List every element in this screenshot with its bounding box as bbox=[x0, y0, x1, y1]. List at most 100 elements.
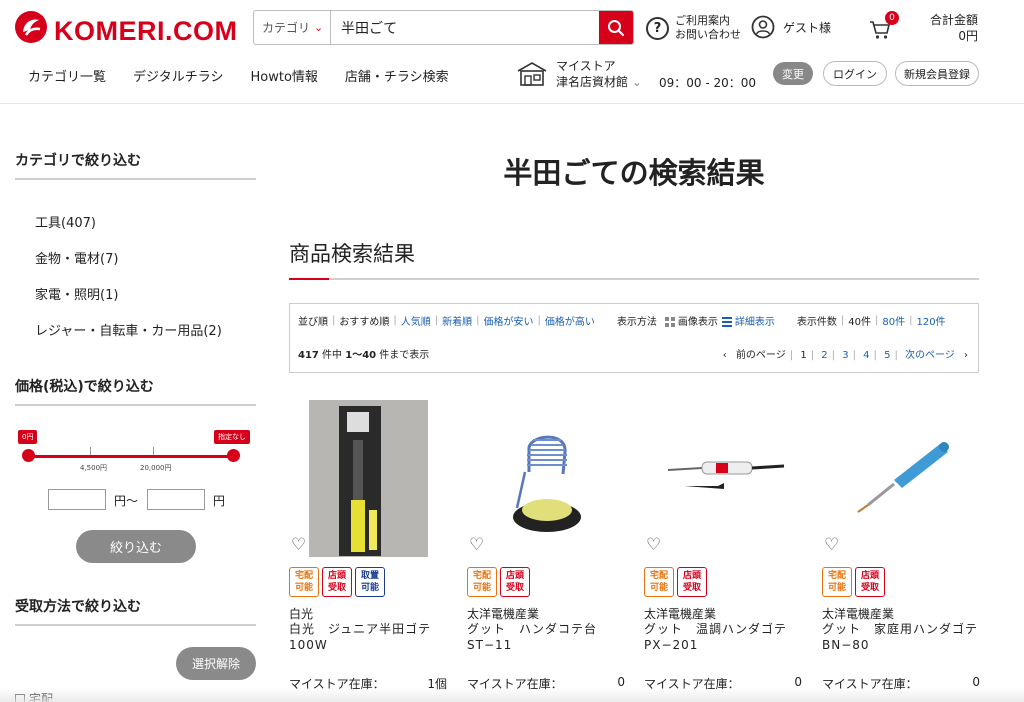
badge-line: 店頭 bbox=[682, 571, 701, 581]
view-label: 表示方法 bbox=[616, 317, 657, 328]
chevron-down-icon: ⌄ bbox=[631, 75, 642, 89]
product-name[interactable]: グット 家庭用ハンダゴテ BN−80 bbox=[822, 621, 990, 653]
store-icon bbox=[517, 62, 547, 86]
count-40[interactable]: 40件 bbox=[848, 313, 871, 328]
product-image[interactable] bbox=[467, 400, 632, 557]
price-slider-max-handle[interactable] bbox=[227, 449, 240, 462]
sort-popular[interactable]: 人気順 bbox=[401, 313, 431, 328]
search-button[interactable] bbox=[599, 11, 633, 44]
view-detail-label: 詳細表示 bbox=[734, 317, 775, 328]
section-title: 商品検索結果 bbox=[289, 242, 415, 266]
price-min-input[interactable] bbox=[48, 489, 106, 510]
product-maker: 太洋電機産業 bbox=[467, 607, 540, 621]
count-120[interactable]: 120件 bbox=[916, 313, 945, 328]
sort-newest[interactable]: 新着順 bbox=[442, 313, 472, 328]
favorite-heart-icon[interactable]: ♡ bbox=[469, 535, 484, 555]
badge-group: 宅配 可能 店頭 受取 取置 可能 bbox=[289, 567, 385, 597]
page-4[interactable]: 4 bbox=[863, 350, 869, 361]
page-1[interactable]: 1 bbox=[800, 350, 806, 361]
store-pickup-badge: 店頭 受取 bbox=[855, 567, 885, 597]
change-store-button[interactable]: 変更 bbox=[773, 62, 813, 85]
chevron-right-icon[interactable]: › bbox=[964, 350, 968, 361]
product-name[interactable]: グット 温調ハンダゴテ PX−201 bbox=[644, 621, 804, 653]
view-image-option[interactable]: 画像表示 bbox=[664, 313, 718, 328]
next-page-link[interactable]: 次のページ bbox=[905, 350, 955, 361]
slider-tick-label: 4,500円 bbox=[80, 464, 108, 472]
count-80[interactable]: 80件 bbox=[882, 313, 905, 328]
prev-page-link[interactable]: 前のページ bbox=[736, 350, 786, 361]
view-image-label: 画像表示 bbox=[677, 317, 718, 328]
product-card[interactable]: ♡ 宅配 可能 店頭 受取 太洋電機産業 グット 家庭用ハンダゴテ BN−80 マイ… bbox=[822, 400, 990, 702]
product-name[interactable]: 白光 ジュニア半田ゴテ 100W bbox=[289, 621, 449, 653]
result-tail-text: 件まで表示 bbox=[376, 350, 430, 361]
my-store[interactable]: マイストア 津名店資材館 ⌄ bbox=[516, 58, 642, 90]
category-filter-item[interactable]: レジャー・自転車・カー用品(2) bbox=[35, 320, 222, 339]
account-link[interactable]: ゲスト様 bbox=[751, 15, 831, 39]
category-filter-item[interactable]: 家電・照明(1) bbox=[35, 284, 118, 303]
register-button[interactable]: 新規会員登録 bbox=[895, 61, 979, 86]
guest-label: ゲスト様 bbox=[783, 20, 832, 35]
favorite-heart-icon[interactable]: ♡ bbox=[824, 535, 839, 555]
clear-selection-button[interactable]: 選択解除 bbox=[176, 647, 256, 680]
badge-line: 宅配 bbox=[827, 571, 846, 581]
badge-line: 宅配 bbox=[472, 571, 491, 581]
nav-howto[interactable]: Howto情報 bbox=[251, 66, 318, 85]
delivery-badge: 宅配 可能 bbox=[467, 567, 497, 597]
view-detail-option[interactable]: 詳細表示 bbox=[721, 313, 775, 328]
product-image[interactable] bbox=[644, 400, 809, 557]
sort-price-low[interactable]: 価格が安い bbox=[484, 313, 534, 328]
apply-filter-button[interactable]: 絞り込む bbox=[76, 530, 196, 563]
product-maker: 白光 bbox=[289, 607, 314, 621]
badge-line: 取置 bbox=[360, 571, 379, 581]
product-name[interactable]: グット ハンダコテ台 ST−11 bbox=[467, 621, 627, 653]
divider bbox=[15, 178, 256, 180]
store-pickup-badge: 店頭 受取 bbox=[677, 567, 707, 597]
cart-button[interactable]: 0 bbox=[868, 11, 899, 42]
category-filter-item[interactable]: 金物・電材(7) bbox=[35, 248, 118, 267]
search-category-select[interactable]: カテゴリ ⌄ bbox=[254, 11, 331, 44]
price-slider-min-handle[interactable] bbox=[22, 449, 35, 462]
product-image[interactable] bbox=[289, 400, 454, 557]
nav-category-list[interactable]: カテゴリ一覧 bbox=[28, 66, 106, 85]
badge-line: 店頭 bbox=[327, 571, 346, 581]
badge-group: 宅配 可能 店頭 受取 bbox=[822, 567, 885, 597]
product-card[interactable]: ♡ 宅配 可能 店頭 受取 太洋電機産業 グット ハンダコテ台 ST−11 マイスト… bbox=[467, 400, 632, 702]
sort-price-high[interactable]: 価格が高い bbox=[545, 313, 595, 328]
delivery-badge: 宅配 可能 bbox=[822, 567, 852, 597]
badge-line: 受取 bbox=[682, 583, 701, 593]
favorite-heart-icon[interactable]: ♡ bbox=[646, 535, 661, 555]
nav-store-search[interactable]: 店舗・チラシ検索 bbox=[345, 66, 449, 85]
user-icon bbox=[751, 15, 775, 39]
product-maker: 太洋電機産業 bbox=[822, 607, 895, 621]
chevron-down-icon: ⌄ bbox=[314, 21, 324, 34]
grid-icon bbox=[664, 317, 675, 327]
category-filter-item[interactable]: 工具(407) bbox=[35, 212, 96, 231]
badge-line: 受取 bbox=[860, 583, 879, 593]
help-text: ご利用案内 お問い合わせ bbox=[675, 14, 741, 42]
page-2[interactable]: 2 bbox=[821, 350, 827, 361]
slider-max-tag: 指定なし bbox=[214, 430, 250, 444]
main-nav: カテゴリ一覧 デジタルチラシ Howto情報 店舗・チラシ検索 bbox=[28, 66, 449, 85]
product-card[interactable]: ♡ 宅配 可能 店頭 受取 取置 可能 白光 白光 ジュニア半田ゴテ 100W マイス… bbox=[289, 400, 454, 702]
sort-recommended[interactable]: おすすめ順 bbox=[339, 313, 389, 328]
result-count-info: 417 件中 1〜40 件まで表示 bbox=[298, 346, 429, 361]
product-image[interactable] bbox=[822, 400, 987, 557]
search-input[interactable] bbox=[331, 11, 599, 44]
price-max-input[interactable] bbox=[147, 489, 205, 510]
site-logo-text[interactable]: KOMERI.COM bbox=[54, 16, 238, 47]
chevron-left-icon[interactable]: ‹ bbox=[723, 350, 727, 361]
login-button[interactable]: ログイン bbox=[823, 61, 887, 86]
help-line-1: ご利用案内 bbox=[675, 14, 730, 27]
page-3[interactable]: 3 bbox=[842, 350, 848, 361]
slider-min-tag: 0円 bbox=[18, 430, 38, 444]
site-header: KOMERI.COM カテゴリ ⌄ ? ご利用案内 お問い合わせ ゲスト様 bbox=[0, 0, 1024, 104]
divider bbox=[15, 624, 256, 626]
badge-group: 宅配 可能 店頭 受取 bbox=[467, 567, 530, 597]
komeri-logo-icon[interactable] bbox=[14, 10, 48, 44]
favorite-heart-icon[interactable]: ♡ bbox=[291, 535, 306, 555]
nav-digital-flyer[interactable]: デジタルチラシ bbox=[133, 66, 223, 85]
store-name: 津名店資材館 bbox=[556, 75, 629, 89]
price-slider-track[interactable] bbox=[28, 455, 233, 458]
product-card[interactable]: ♡ 宅配 可能 店頭 受取 太洋電機産業 グット 温調ハンダゴテ PX−201 マイ… bbox=[644, 400, 809, 702]
help-link[interactable]: ? ご利用案内 お問い合わせ bbox=[646, 14, 741, 42]
